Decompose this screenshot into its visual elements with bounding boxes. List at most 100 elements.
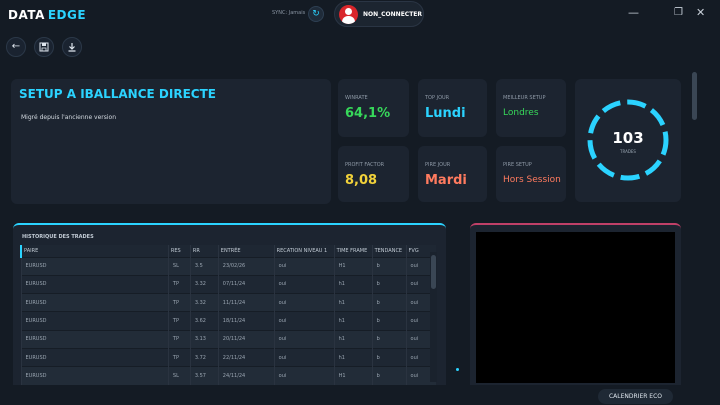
stat-value: Lundi	[425, 106, 466, 121]
stat-value: Mardi	[425, 173, 467, 188]
setup-card: SETUP A IBALLANCE DIRECTE Migré depuis l…	[11, 79, 331, 204]
table-cell: b	[371, 347, 407, 367]
trades-count: 103	[612, 129, 644, 147]
maximize-icon[interactable]: ❐	[674, 7, 683, 19]
table-cell: oui	[273, 366, 335, 386]
table-cell: EURUSD	[20, 329, 169, 349]
table-cell: oui	[273, 347, 335, 367]
table-row[interactable]: EURUSD SL 3.5 23/02/26 oui H1 b oui	[20, 256, 436, 276]
stat-label: PIRE JOUR	[425, 162, 451, 168]
table-cell: 11/11/24	[217, 293, 275, 312]
column-header[interactable]: RECATION NIVEAU 1	[273, 245, 335, 257]
table-cell: TP	[167, 311, 191, 331]
table-cell: oui	[273, 329, 335, 349]
table-cell: 22/11/24	[217, 347, 275, 367]
table-cell: 3.32	[189, 274, 219, 294]
table-cell: 07/11/24	[217, 274, 275, 294]
table-cell: b	[371, 311, 407, 331]
table-cell: TP	[167, 347, 191, 367]
column-header[interactable]: ENTRÉE	[217, 245, 275, 257]
table-cell: 18/11/24	[217, 311, 275, 331]
stat-label: WINRATE	[345, 95, 368, 101]
table-cell: 23/02/26	[217, 256, 275, 276]
table-cell: b	[371, 366, 407, 386]
table-cell: EURUSD	[20, 274, 169, 294]
title-bar: DATA EDGE SYNC: Jamais ↻ NON_CONNECTER — …	[0, 0, 720, 28]
column-header[interactable]: RES	[167, 245, 191, 257]
table-cell: h1	[333, 274, 373, 294]
table-cell: b	[371, 293, 407, 312]
user-name: NON_CONNECTER	[363, 11, 423, 18]
stat-label: PROFIT FACTOR	[345, 162, 385, 168]
setup-description: Migré depuis l'ancienne version	[21, 114, 117, 121]
table-cell: 3.32	[189, 293, 219, 312]
table-cell: EURUSD	[20, 347, 169, 367]
avatar	[339, 5, 358, 24]
stat-card-worst-setup: PIRE SETUP Hors Session	[496, 146, 566, 202]
save-icon[interactable]	[34, 37, 54, 57]
table-row[interactable]: EURUSD TP 3.32 11/11/24 oui h1 b oui	[20, 293, 436, 312]
trades-count-label: TRADES	[620, 149, 636, 154]
column-header[interactable]: TIME FRAME	[333, 245, 373, 257]
table-cell: oui	[273, 293, 335, 312]
table-scrollbar-thumb[interactable]	[431, 255, 436, 289]
table-cell: h1	[333, 329, 373, 349]
table-cell: oui	[273, 311, 335, 331]
table-cell: 24/11/24	[217, 366, 275, 386]
column-header[interactable]: RR	[189, 245, 219, 257]
brand-right: EDGE	[47, 8, 87, 22]
table-cell: 3.13	[189, 329, 219, 349]
table-row[interactable]: EURUSD TP 3.62 18/11/24 oui h1 b oui	[20, 311, 436, 331]
table-row[interactable]: EURUSD SL 3.57 24/11/24 oui H1 b oui	[20, 366, 436, 386]
table-cell: 3.5	[189, 256, 219, 276]
trades-count-card: 103 TRADES	[575, 79, 681, 202]
table-row[interactable]: EURUSD TP 3.32 07/11/24 oui h1 b oui	[20, 274, 436, 294]
table-cell: TP	[167, 274, 191, 294]
stat-label: TOP JOUR	[425, 95, 450, 101]
table-cell: 3.62	[189, 311, 219, 331]
table-cell: h1	[333, 311, 373, 331]
table-cell: 3.72	[189, 347, 219, 367]
user-account-button[interactable]: NON_CONNECTER	[334, 1, 424, 27]
table-cell: h1	[333, 293, 373, 312]
trades-table: PAIRE RES RR ENTRÉE RECATION NIVEAU 1 TI…	[19, 245, 436, 386]
stat-card-worst-day: PIRE JOUR Mardi	[418, 146, 487, 202]
setup-title: SETUP A IBALLANCE DIRECTE	[19, 87, 216, 101]
stat-label: MEILLEUR SETUP	[503, 95, 546, 101]
stat-card-profit-factor: PROFIT FACTOR 8,08	[338, 146, 409, 202]
column-header[interactable]: PAIRE	[19, 245, 169, 257]
trades-history-title: HISTORIQUE DES TRADES	[22, 234, 94, 240]
back-arrow-icon[interactable]: ←	[6, 37, 26, 57]
brand-left: DATA	[8, 8, 45, 22]
table-cell: EURUSD	[20, 366, 169, 386]
column-header[interactable]: TENDANCE	[371, 245, 407, 257]
table-cell: b	[371, 256, 407, 276]
page-scrollbar[interactable]	[692, 72, 697, 120]
stat-card-top-day: TOP JOUR Lundi	[418, 79, 487, 137]
table-cell: TP	[167, 329, 191, 349]
table-cell: EURUSD	[20, 293, 169, 312]
close-icon[interactable]: ✕	[696, 7, 705, 19]
table-header-row: PAIRE RES RR ENTRÉE RECATION NIVEAU 1 TI…	[19, 245, 436, 257]
panel-indicator-dot	[456, 368, 459, 371]
table-row[interactable]: EURUSD TP 3.13 20/11/24 oui h1 b oui	[20, 329, 436, 349]
download-icon[interactable]	[62, 37, 82, 57]
economic-calendar-button[interactable]: CALENDRIER ECO	[598, 389, 673, 404]
stat-value: Londres	[503, 108, 539, 118]
chart-preview-image[interactable]	[476, 232, 675, 383]
table-cell: TP	[167, 293, 191, 312]
stat-value: Hors Session	[503, 175, 561, 185]
sync-status: SYNC: Jamais	[272, 10, 306, 16]
stat-card-winrate: WINRATE 64,1%	[338, 79, 409, 137]
minimize-icon[interactable]: —	[628, 7, 639, 19]
table-cell: oui	[273, 274, 335, 294]
stat-value: 8,08	[345, 173, 378, 188]
table-cell: SL	[167, 256, 191, 276]
table-cell: EURUSD	[20, 311, 169, 331]
stat-value: 64,1%	[345, 106, 391, 121]
refresh-icon[interactable]: ↻	[308, 6, 324, 22]
table-row[interactable]: EURUSD TP 3.72 22/11/24 oui h1 b oui	[20, 347, 436, 367]
table-cell: SL	[167, 366, 191, 386]
table-cell: H1	[333, 256, 373, 276]
chart-preview-panel	[470, 223, 681, 385]
